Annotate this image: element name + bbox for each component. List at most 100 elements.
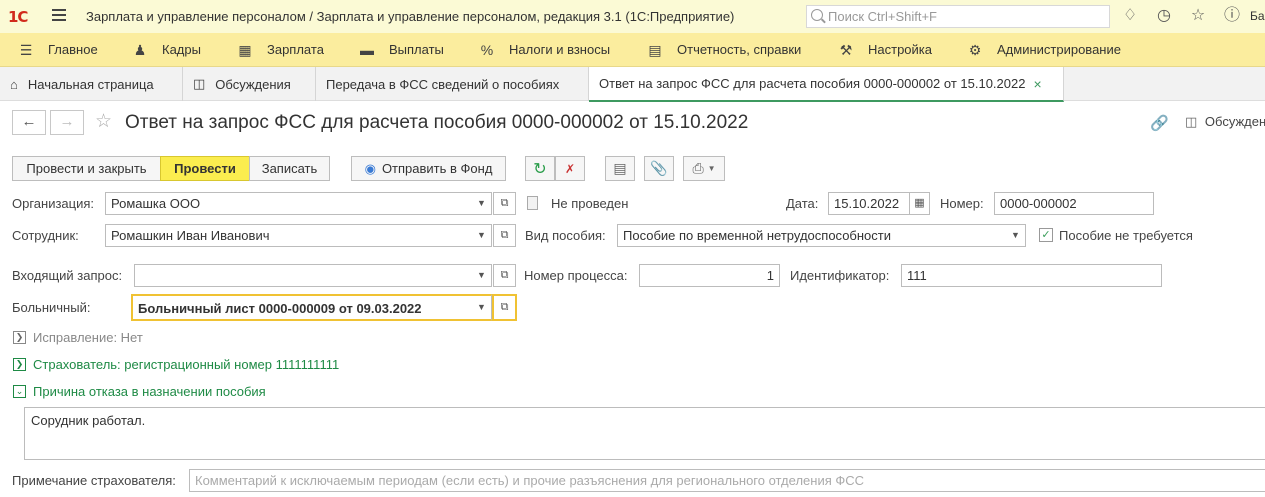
app-title: Зарплата и управление персоналом / Зарпл… xyxy=(86,9,735,24)
benefit-not-required-label: Пособие не требуется xyxy=(1059,228,1193,243)
identifier-field[interactable]: 111 xyxy=(901,264,1162,287)
org-field[interactable]: Ромашка ООО xyxy=(105,192,473,215)
section-salary[interactable]: ▦ Зарплата xyxy=(237,33,324,66)
save-button[interactable]: Записать xyxy=(249,156,330,181)
post-button[interactable]: Провести xyxy=(160,156,250,181)
main-menu-icon[interactable] xyxy=(52,9,66,21)
expand-icon: ❯ xyxy=(13,331,26,344)
employee-field[interactable]: Ромашкин Иван Иванович xyxy=(105,224,473,247)
tab-label: Начальная страница xyxy=(27,76,154,92)
reports-icon: ▤ xyxy=(648,41,662,58)
section-main[interactable]: ☰ Главное xyxy=(18,33,98,66)
bell-icon[interactable]: ♢ xyxy=(1120,6,1140,26)
org-open-button[interactable]: ⧉ xyxy=(493,192,516,215)
collapse-icon: ⌄ xyxy=(13,385,26,398)
incoming-request-field[interactable] xyxy=(134,264,473,287)
refresh-icon[interactable]: ↻ xyxy=(525,156,555,181)
insurer-note-placeholder: Комментарий к исключаемым периодам (если… xyxy=(195,473,865,488)
section-taxes[interactable]: % Налоги и взносы xyxy=(479,33,610,66)
form-title: Ответ на запрос ФСС для расчета пособия … xyxy=(125,112,749,133)
forward-button[interactable]: → xyxy=(50,110,84,135)
benefit-type-dropdown-button[interactable]: ▼ xyxy=(1006,224,1026,247)
insurer-note-field[interactable]: Комментарий к исключаемым периодам (если… xyxy=(189,469,1265,492)
benefit-type-label: Вид пособия: xyxy=(525,228,606,243)
favorite-star-icon[interactable]: ☆ xyxy=(95,110,112,133)
number-label: Номер: xyxy=(940,196,984,211)
section-label: Налоги и взносы xyxy=(509,42,611,57)
sections-panel: ☰ Главное ♟ Кадры ▦ Зарплата ▬ Выплаты %… xyxy=(0,33,1265,67)
employee-open-button[interactable]: ⧉ xyxy=(493,224,516,247)
tab-label: Передача в ФСС сведений о пособиях xyxy=(326,76,560,92)
tab-fss-transfer[interactable]: Передача в ФСС сведений о пособиях xyxy=(316,67,589,101)
info-icon[interactable]: ⓘ xyxy=(1222,6,1242,26)
section-settings[interactable]: ⚒ Настройка xyxy=(838,33,932,66)
send-to-fund-button[interactable]: ◉ Отправить в Фонд xyxy=(351,156,506,181)
insurer-note-label: Примечание страхователя: xyxy=(12,473,176,488)
list-icon[interactable]: ▤ xyxy=(605,156,635,181)
attachment-icon[interactable]: 📎 xyxy=(644,156,674,181)
org-label: Организация: xyxy=(12,196,95,211)
link-icon[interactable]: 🔗 xyxy=(1150,114,1169,132)
section-hr[interactable]: ♟ Кадры xyxy=(132,33,201,66)
send-to-fund-label: Отправить в Фонд xyxy=(381,161,493,176)
people-icon: ♟ xyxy=(133,41,147,58)
date-field[interactable]: 15.10.2022 xyxy=(828,192,910,215)
gear-icon: ⚙ xyxy=(968,41,982,58)
title-bar: 1С Зарплата и управление персоналом / За… xyxy=(0,0,1265,33)
process-number-label: Номер процесса: xyxy=(524,268,628,283)
search-placeholder: Поиск Ctrl+Shift+F xyxy=(828,9,937,24)
refusal-reason-text[interactable]: Сорудник работал. xyxy=(24,407,1265,460)
employee-dropdown-button[interactable]: ▼ xyxy=(472,224,492,247)
employee-label: Сотрудник: xyxy=(12,228,79,243)
search-icon xyxy=(811,9,823,21)
section-label: Настройка xyxy=(868,42,932,57)
section-admin[interactable]: ⚙ Администрирование xyxy=(967,33,1121,66)
section-label: Кадры xyxy=(162,42,201,57)
back-button[interactable]: ← xyxy=(12,110,46,135)
tab-discussions[interactable]: ◫ Обсуждения xyxy=(183,67,316,101)
history-icon[interactable]: ◷ xyxy=(1154,6,1174,26)
chat-icon: ◫ xyxy=(193,76,206,91)
date-label: Дата: xyxy=(786,196,819,211)
print-menu-icon[interactable]: ⎙ ▼ xyxy=(683,156,725,181)
incoming-request-open-button[interactable]: ⧉ xyxy=(493,264,516,287)
post-and-close-button[interactable]: Провести и закрыть xyxy=(12,156,161,181)
tab-fss-response[interactable]: Ответ на запрос ФСС для расчета пособия … xyxy=(589,67,1064,102)
org-dropdown-button[interactable]: ▼ xyxy=(472,192,492,215)
group-correction[interactable]: ❯ Исправление: Нет xyxy=(13,330,143,345)
tab-label: Обсуждения xyxy=(215,76,291,92)
sick-leave-open-button[interactable]: ⧉ xyxy=(492,294,517,321)
calendar-icon[interactable]: ▦ xyxy=(909,192,930,215)
identifier-label: Идентификатор: xyxy=(790,268,890,283)
wrench-icon: ⚒ xyxy=(839,41,853,58)
sick-leave-label: Больничный: xyxy=(12,300,91,315)
status-text: Не проведен xyxy=(551,196,629,211)
unpost-icon[interactable]: ✗ xyxy=(555,156,585,181)
expand-icon: ❯ xyxy=(13,358,26,371)
open-tabs-bar: ⌂ Начальная страница ◫ Обсуждения Переда… xyxy=(0,67,1265,102)
section-reports[interactable]: ▤ Отчетность, справки xyxy=(647,33,801,66)
group-refusal-reason[interactable]: ⌄ Причина отказа в назначении пособия xyxy=(13,384,266,399)
discussions-button[interactable]: ◫ Обсужден xyxy=(1185,114,1265,130)
user-name[interactable]: Ба xyxy=(1250,9,1265,23)
sick-leave-dropdown-button[interactable]: ▼ xyxy=(472,294,492,321)
group-insurer[interactable]: ❯ Страхователь: регистрационный номер 11… xyxy=(13,357,339,372)
globe-icon: ◉ xyxy=(364,160,376,176)
section-label: Выплаты xyxy=(389,42,444,57)
menu-icon: ☰ xyxy=(19,41,33,58)
tab-home[interactable]: ⌂ Начальная страница xyxy=(0,67,183,101)
incoming-request-dropdown-button[interactable]: ▼ xyxy=(472,264,492,287)
sick-leave-field[interactable]: Больничный лист 0000-000009 от 09.03.202… xyxy=(131,294,474,321)
wallet-icon: ▬ xyxy=(360,41,374,58)
global-search-input[interactable]: Поиск Ctrl+Shift+F xyxy=(806,5,1110,28)
group-correction-label: Исправление: Нет xyxy=(33,330,143,345)
process-number-field[interactable]: 1 xyxy=(639,264,780,287)
close-icon[interactable]: × xyxy=(1033,76,1041,92)
benefit-type-select[interactable]: Пособие по временной нетрудоспособности xyxy=(617,224,1007,247)
incoming-request-label: Входящий запрос: xyxy=(12,268,123,283)
star-icon[interactable]: ☆ xyxy=(1188,6,1208,26)
group-insurer-label: Страхователь: регистрационный номер 1111… xyxy=(33,357,340,372)
section-payments[interactable]: ▬ Выплаты xyxy=(359,33,444,66)
number-field[interactable]: 0000-000002 xyxy=(994,192,1154,215)
benefit-not-required-checkbox[interactable]: ✓ xyxy=(1039,228,1053,242)
